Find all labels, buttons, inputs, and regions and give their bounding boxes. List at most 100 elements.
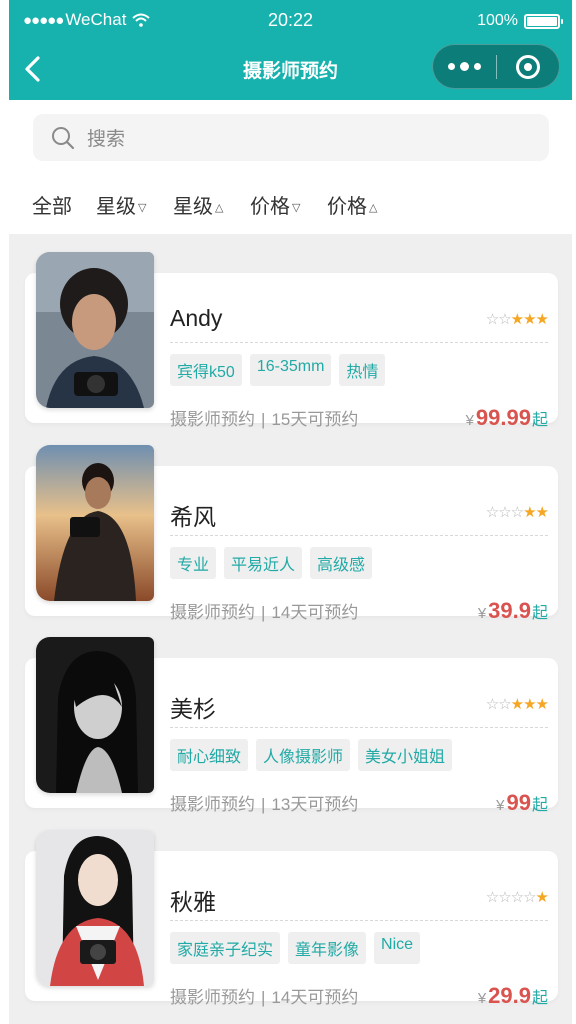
booking-info: 摄影师预约 | 15天可预约	[170, 410, 359, 429]
price: ¥29.9起	[478, 983, 548, 1009]
portrait-image	[36, 252, 154, 408]
price-value: 99	[506, 790, 531, 815]
tag: 家庭亲子纪实	[170, 932, 281, 964]
battery-icon	[524, 13, 563, 29]
star-filled-icon: ★	[523, 696, 536, 713]
category-label: 摄影师预约	[170, 603, 255, 622]
category-label: 摄影师预约	[170, 795, 255, 814]
tag: 热情	[339, 354, 386, 386]
filter-price-asc[interactable]: 价格 △	[327, 190, 377, 219]
header: ●●●●● WeChat 20:22 100% 摄影师预约	[9, 0, 572, 100]
availability-label: 14天可预约	[271, 988, 359, 1007]
filter-rating-desc[interactable]: 星级 ▽	[96, 190, 146, 219]
price-suffix: 起	[531, 605, 548, 622]
filter-label: 价格	[250, 196, 290, 218]
category-label: 摄影师预约	[170, 988, 255, 1007]
booking-info: 摄影师预约 | 14天可预约	[170, 603, 359, 622]
sort-up-icon: △	[369, 202, 378, 214]
price-value: 29.9	[488, 983, 531, 1008]
photographer-card[interactable]: 希风 ☆☆☆★★ 专业 平易近人 高级感 摄影师预约 | 14天可预约 ¥39.9起	[25, 445, 558, 624]
portrait-image	[36, 637, 154, 793]
tag: 专业	[170, 547, 217, 579]
photographer-avatar	[36, 445, 154, 601]
star-empty-icon: ☆	[510, 889, 524, 906]
photographer-name: 秋雅	[170, 889, 216, 915]
search-input[interactable]: 搜索	[33, 114, 549, 161]
star-filled-icon: ★	[510, 311, 524, 328]
filter-bar: 全部 星级 ▽ 星级 △ 价格 ▽ 价格 △	[9, 190, 572, 220]
star-empty-icon: ☆	[485, 311, 499, 328]
photographer-avatar	[36, 830, 154, 986]
sort-down-icon: ▽	[292, 202, 301, 214]
tag: 16-35mm	[249, 354, 332, 386]
filter-label: 全部	[32, 196, 72, 218]
star-filled-icon: ★	[523, 311, 536, 328]
star-empty-icon: ☆	[485, 696, 499, 713]
close-mini-program-button[interactable]	[497, 45, 559, 88]
sort-up-icon: △	[215, 202, 224, 214]
availability-label: 15天可预约	[271, 410, 359, 429]
star-filled-icon: ★	[535, 311, 549, 328]
tag: 宾得k50	[170, 354, 242, 386]
more-dot-icon	[460, 62, 469, 71]
star-filled-icon: ★	[535, 504, 549, 521]
filter-rating-asc[interactable]: 星级 △	[173, 190, 223, 219]
search-icon	[52, 126, 75, 149]
divider	[170, 727, 548, 728]
star-empty-icon: ☆	[510, 504, 524, 521]
tag-list: 耐心细致 人像摄影师 美女小姐姐	[170, 739, 453, 771]
more-dot-icon	[448, 63, 455, 70]
mini-program-capsule	[432, 44, 560, 89]
tag: 童年影像	[288, 932, 367, 964]
battery-status: 100%	[477, 12, 563, 30]
tag-list: 家庭亲子纪实 童年影像 Nice	[170, 932, 421, 964]
star-empty-icon: ☆	[485, 504, 499, 521]
photographer-card[interactable]: 秋雅 ☆☆☆☆★ 家庭亲子纪实 童年影像 Nice 摄影师预约 | 14天可预约 ¥…	[25, 830, 558, 1009]
price: ¥99起	[496, 790, 548, 816]
filter-price-desc[interactable]: 价格 ▽	[250, 190, 300, 219]
photographer-name: Andy	[170, 305, 223, 331]
price: ¥99.99起	[466, 405, 548, 431]
price-suffix: 起	[531, 797, 548, 814]
star-filled-icon: ★	[535, 889, 549, 906]
star-empty-icon: ☆	[498, 696, 511, 713]
target-icon	[516, 54, 540, 79]
photographer-name: 美杉	[170, 696, 216, 722]
star-filled-icon: ★	[510, 696, 524, 713]
star-empty-icon: ☆	[523, 889, 536, 906]
tag-list: 宾得k50 16-35mm 热情	[170, 354, 386, 386]
photographer-card[interactable]: Andy ☆☆★★★ 宾得k50 16-35mm 热情 摄影师预约 | 15天可预约…	[25, 252, 558, 431]
star-empty-icon: ☆	[498, 889, 511, 906]
tag-list: 专业 平易近人 高级感	[170, 547, 373, 579]
availability-label: 14天可预约	[271, 603, 359, 622]
tag: 美女小姐姐	[358, 739, 453, 771]
star-empty-icon: ☆	[485, 889, 499, 906]
rating-stars: ☆☆☆★★	[485, 503, 549, 521]
more-button[interactable]	[433, 45, 496, 88]
filter-all[interactable]: 全部	[32, 190, 74, 219]
tag: 平易近人	[224, 547, 303, 579]
photographer-avatar	[36, 637, 154, 793]
divider	[170, 535, 548, 536]
price-value: 99.99	[475, 405, 531, 430]
currency-symbol: ¥	[477, 605, 487, 622]
currency-symbol: ¥	[496, 797, 505, 814]
nav-bar: 摄影师预约	[9, 40, 572, 100]
price: ¥39.9起	[478, 598, 548, 624]
booking-info: 摄影师预约 | 14天可预约	[170, 988, 359, 1007]
tag: 耐心细致	[170, 739, 249, 771]
photographer-card[interactable]: 美杉 ☆☆★★★ 耐心细致 人像摄影师 美女小姐姐 摄影师预约 | 13天可预约 ¥…	[25, 637, 558, 816]
star-filled-icon: ★	[535, 696, 549, 713]
currency-symbol: ¥	[465, 412, 474, 429]
portrait-image	[36, 830, 154, 986]
divider	[170, 342, 548, 343]
booking-info: 摄影师预约 | 13天可预约	[170, 795, 359, 814]
price-suffix: 起	[531, 990, 548, 1007]
divider	[170, 920, 548, 921]
category-label: 摄影师预约	[170, 410, 255, 429]
search-filter-panel: 搜索 全部 星级 ▽ 星级 △ 价格 ▽ 价格 △	[9, 100, 572, 234]
tag: 人像摄影师	[256, 739, 351, 771]
photographer-avatar	[36, 252, 154, 408]
photographer-name: 希风	[170, 504, 216, 530]
search-placeholder: 搜索	[87, 129, 126, 150]
